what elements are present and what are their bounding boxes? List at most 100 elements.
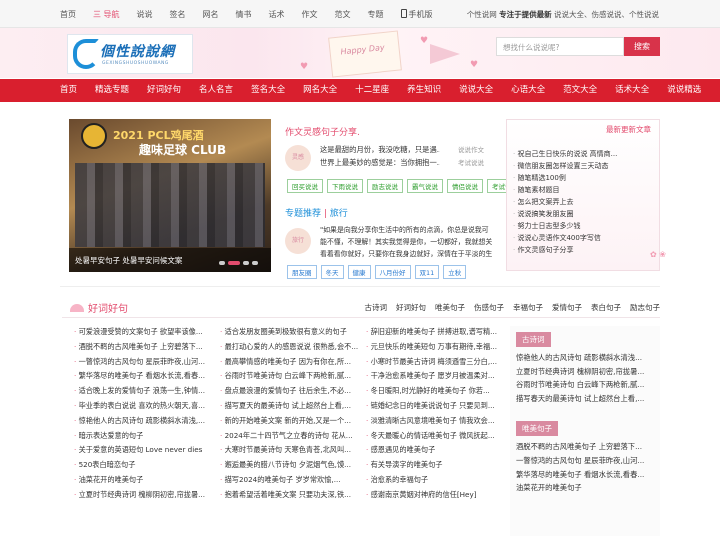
tag[interactable]: 健康	[347, 265, 371, 279]
main-nav-item[interactable]: 心语大全	[511, 79, 545, 102]
section-tab[interactable]: 励志句子	[630, 302, 660, 313]
list-item[interactable]: 繁华落尽的唯美句子 看烟水长流,看春...	[74, 369, 216, 384]
list-item[interactable]: 链婚纪念日的唯美说说句子 只要见到...	[366, 399, 508, 414]
top-nav-shuoshuo[interactable]: 说说	[137, 9, 153, 20]
list-item[interactable]: 盘点最浪漫的爱情句子 往后余生,不必...	[220, 384, 362, 399]
tag[interactable]: 励志说说	[367, 179, 403, 193]
top-nav-loveletter[interactable]: 情书	[236, 9, 252, 20]
list-item[interactable]: 立夏时节经典诗词 槐柳阴初密,帘拢暑...	[516, 365, 660, 379]
top-nav-home[interactable]: 首页	[60, 9, 76, 20]
top-nav-essay[interactable]: 作文	[302, 9, 318, 20]
list-item[interactable]: 最打动心爱的人的感恩说说 很熟悉,会不...	[220, 340, 362, 355]
article-title[interactable]: 作文灵感句子分享.	[285, 125, 360, 138]
latest-article-link[interactable]: 说说心灵语作文400字写信	[513, 232, 617, 244]
list-item[interactable]: 立夏时节经典诗词 槐柳阴初密,帘拢暑...	[74, 488, 216, 503]
list-item[interactable]: 谷雨时节唯美诗句 白云峰下两枪新,腻...	[220, 369, 362, 384]
side-box-title[interactable]: 古诗词	[516, 332, 551, 347]
main-nav-item[interactable]: 精选专题	[95, 79, 129, 102]
section-tab[interactable]: 古诗词	[365, 302, 388, 313]
main-nav-item[interactable]: 网名大全	[303, 79, 337, 102]
latest-article-link[interactable]: 微信朋友圈怎样设置三天动态	[513, 160, 617, 172]
list-item[interactable]: 冬天最暖心的情话唯美句子 微风抚起...	[366, 429, 508, 444]
top-nav-menu[interactable]: 三 导航	[93, 9, 120, 20]
main-nav-item[interactable]: 说说大全	[459, 79, 493, 102]
topic-excerpt-1[interactable]: "如果是向我分享你生活中的所有的点滴，你总是说我可	[320, 224, 504, 236]
list-item[interactable]: 2024年二十四节气之立春的诗句 花从...	[220, 429, 362, 444]
article-category[interactable]: 考试说说	[458, 157, 484, 169]
list-item[interactable]: 冬日暖阳,时光静好的唯美句子 你若...	[366, 384, 508, 399]
latest-article-link[interactable]: 说说搞笑发朋友圈	[513, 208, 617, 220]
tag[interactable]: 八月份好	[374, 265, 411, 279]
tag[interactable]: 双11	[414, 265, 440, 279]
main-nav-item[interactable]: 话术大全	[615, 79, 649, 102]
list-item[interactable]: 酒脱不羁的古风唯美句子 上穷碧落下...	[74, 340, 216, 355]
main-nav-item[interactable]: 范文大全	[563, 79, 597, 102]
main-nav-item[interactable]: 养生知识	[407, 79, 441, 102]
top-nav-topics[interactable]: 专题	[368, 9, 384, 20]
site-logo[interactable]: 個性說說網 GEXINGSHUOSHUOWANG	[67, 34, 193, 74]
list-item[interactable]: 繁华落尽的唯美句子 看烟水长流,看春...	[516, 468, 660, 482]
list-item[interactable]: 最高攀情感的唯美句子 因为有你在,所...	[220, 355, 362, 370]
latest-article-link[interactable]: 努力士日志型多少钱	[513, 220, 617, 232]
topic-name[interactable]: 旅行	[330, 209, 348, 219]
carousel-dot[interactable]	[219, 261, 225, 265]
article-excerpt-2[interactable]: 世界上最美妙的感觉是：当你拥抱一...	[320, 157, 440, 169]
main-nav-item[interactable]: 签名大全	[251, 79, 285, 102]
latest-article-link[interactable]: 怎么把文案弄上去	[513, 196, 617, 208]
list-item[interactable]: 邂逅最美的腊八节诗句 夕泥烟气色,馍...	[220, 458, 362, 473]
list-item[interactable]: 可爱浪漫受赞的文案句子 欲望率该像...	[74, 325, 216, 340]
section-tab[interactable]: 伤感句子	[474, 302, 504, 313]
top-nav-model-essay[interactable]: 范文	[335, 9, 351, 20]
list-item[interactable]: 适合发朋友圈美到极致很有意义的句子	[220, 325, 362, 340]
carousel-dot[interactable]	[252, 261, 258, 265]
top-nav-signature[interactable]: 签名	[170, 9, 186, 20]
section-tab[interactable]: 表白句子	[591, 302, 621, 313]
list-item[interactable]: 酒脱不羁的古风唯美句子 上穷碧落下...	[516, 440, 660, 454]
top-nav-script[interactable]: 话术	[269, 9, 285, 20]
tag[interactable]: 回买说说	[287, 179, 323, 193]
side-box-title[interactable]: 唯美句子	[516, 421, 558, 437]
list-item[interactable]: 感恩遇见的唯美句子	[366, 443, 508, 458]
list-item[interactable]: 描写春天的最美诗句 试上超然台上看,...	[516, 392, 660, 406]
list-item[interactable]: 一瞥惊鸿的古风句句 星辰菲昨夜,山河...	[516, 454, 660, 468]
tag[interactable]: 冬天	[320, 265, 344, 279]
carousel-dot-active[interactable]	[228, 261, 240, 265]
search-button[interactable]: 搜索	[624, 37, 660, 56]
latest-article-link[interactable]: 随笔精选100例	[513, 172, 617, 184]
list-item[interactable]: 惊艳他人的古风诗句 疏影横斜水清浅...	[516, 351, 660, 365]
list-item[interactable]: 油菜花开的唯美句子	[516, 481, 660, 495]
main-nav-item[interactable]: 说说精选	[667, 79, 701, 102]
latest-article-link[interactable]: 作文灵感句子分享	[513, 244, 617, 256]
tag[interactable]: 下雨说说	[327, 179, 363, 193]
topic-excerpt-3[interactable]: 看着看你就好，只要你在我身边就好，深情在于平淡的生	[320, 248, 504, 260]
section-tab[interactable]: 好词好句	[396, 302, 426, 313]
list-item[interactable]: 毕业季的表白说说 喜欢的热火朝天,喜...	[74, 399, 216, 414]
list-item[interactable]: 适合晚上发的爱情句子 浪荡一生,钟情...	[74, 384, 216, 399]
list-item[interactable]: 辞旧迎新的唯美句子 拼搏进取,谱写精...	[366, 325, 508, 340]
list-item[interactable]: 520表白暗恋句子	[74, 458, 216, 473]
section-tab[interactable]: 唯美句子	[435, 302, 465, 313]
latest-article-link[interactable]: 随笔素材题目	[513, 184, 617, 196]
section-tab[interactable]: 幸福句子	[513, 302, 543, 313]
top-nav-nickname[interactable]: 网名	[203, 9, 219, 20]
image-carousel[interactable]: 2021 PCL鸡尾酒 趣味足球 CLUB 处暑早安句子 处暑早安问候文案	[69, 119, 271, 272]
carousel-dot[interactable]	[243, 261, 249, 265]
list-item[interactable]: 小寒时节最美古诗词 梅须遜雪三分白,...	[366, 355, 508, 370]
list-item[interactable]: 谷雨时节唯美诗句 白云峰下两枪新,腻...	[516, 378, 660, 392]
latest-article-link[interactable]: 祝自己生日快乐的说说 高情商...	[513, 148, 617, 160]
article-category[interactable]: 说说作文	[458, 144, 484, 156]
main-nav-item[interactable]: 好词好句	[147, 79, 181, 102]
list-item[interactable]: 惊艳他人的古风诗句 疏影横斜水清浅,...	[74, 414, 216, 429]
list-item[interactable]: 干净治愈系唯美句子 愿岁月被温柔对...	[366, 369, 508, 384]
list-item[interactable]: 治愈系的幸福句子	[366, 473, 508, 488]
list-item[interactable]: 淡雅清晰古风意境唯美句子 情我欢会...	[366, 414, 508, 429]
list-item[interactable]: 抱着希望活着唯美文案 只要功夫深,铁...	[220, 488, 362, 503]
tag[interactable]: 情侣说说	[447, 179, 483, 193]
tag[interactable]: 朋友圈	[287, 265, 317, 279]
tag[interactable]: 立秋	[443, 265, 467, 279]
slide-caption[interactable]: 处暑早安句子 处暑早安问候文案	[69, 248, 271, 272]
main-nav-item[interactable]: 名人名言	[199, 79, 233, 102]
list-item[interactable]: 描写夏天的最美诗句 试上超然台上看,...	[220, 399, 362, 414]
list-item[interactable]: 元旦快乐的唯美短句 万事有期待,幸福...	[366, 340, 508, 355]
section-tab[interactable]: 爱情句子	[552, 302, 582, 313]
